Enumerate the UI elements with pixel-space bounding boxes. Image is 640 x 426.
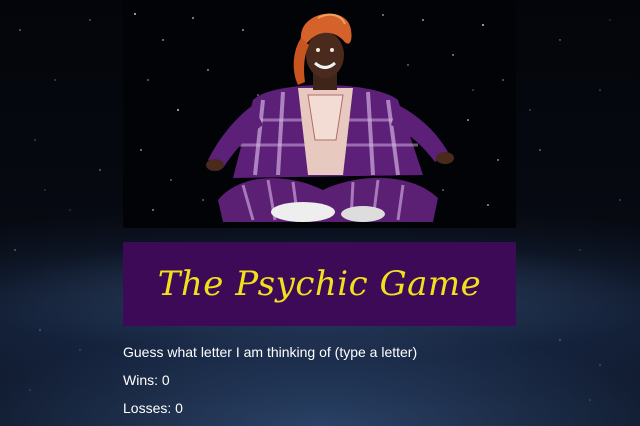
title-banner: The Psychic Game <box>123 242 516 326</box>
game-page: The Psychic Game Guess what letter I am … <box>0 0 640 426</box>
wins-counter: Wins: 0 <box>123 372 170 388</box>
psychic-image <box>123 0 516 228</box>
losses-counter: Losses: 0 <box>123 400 183 416</box>
instruction-text: Guess what letter I am thinking of (type… <box>123 344 418 360</box>
game-title: The Psychic Game <box>157 264 482 304</box>
